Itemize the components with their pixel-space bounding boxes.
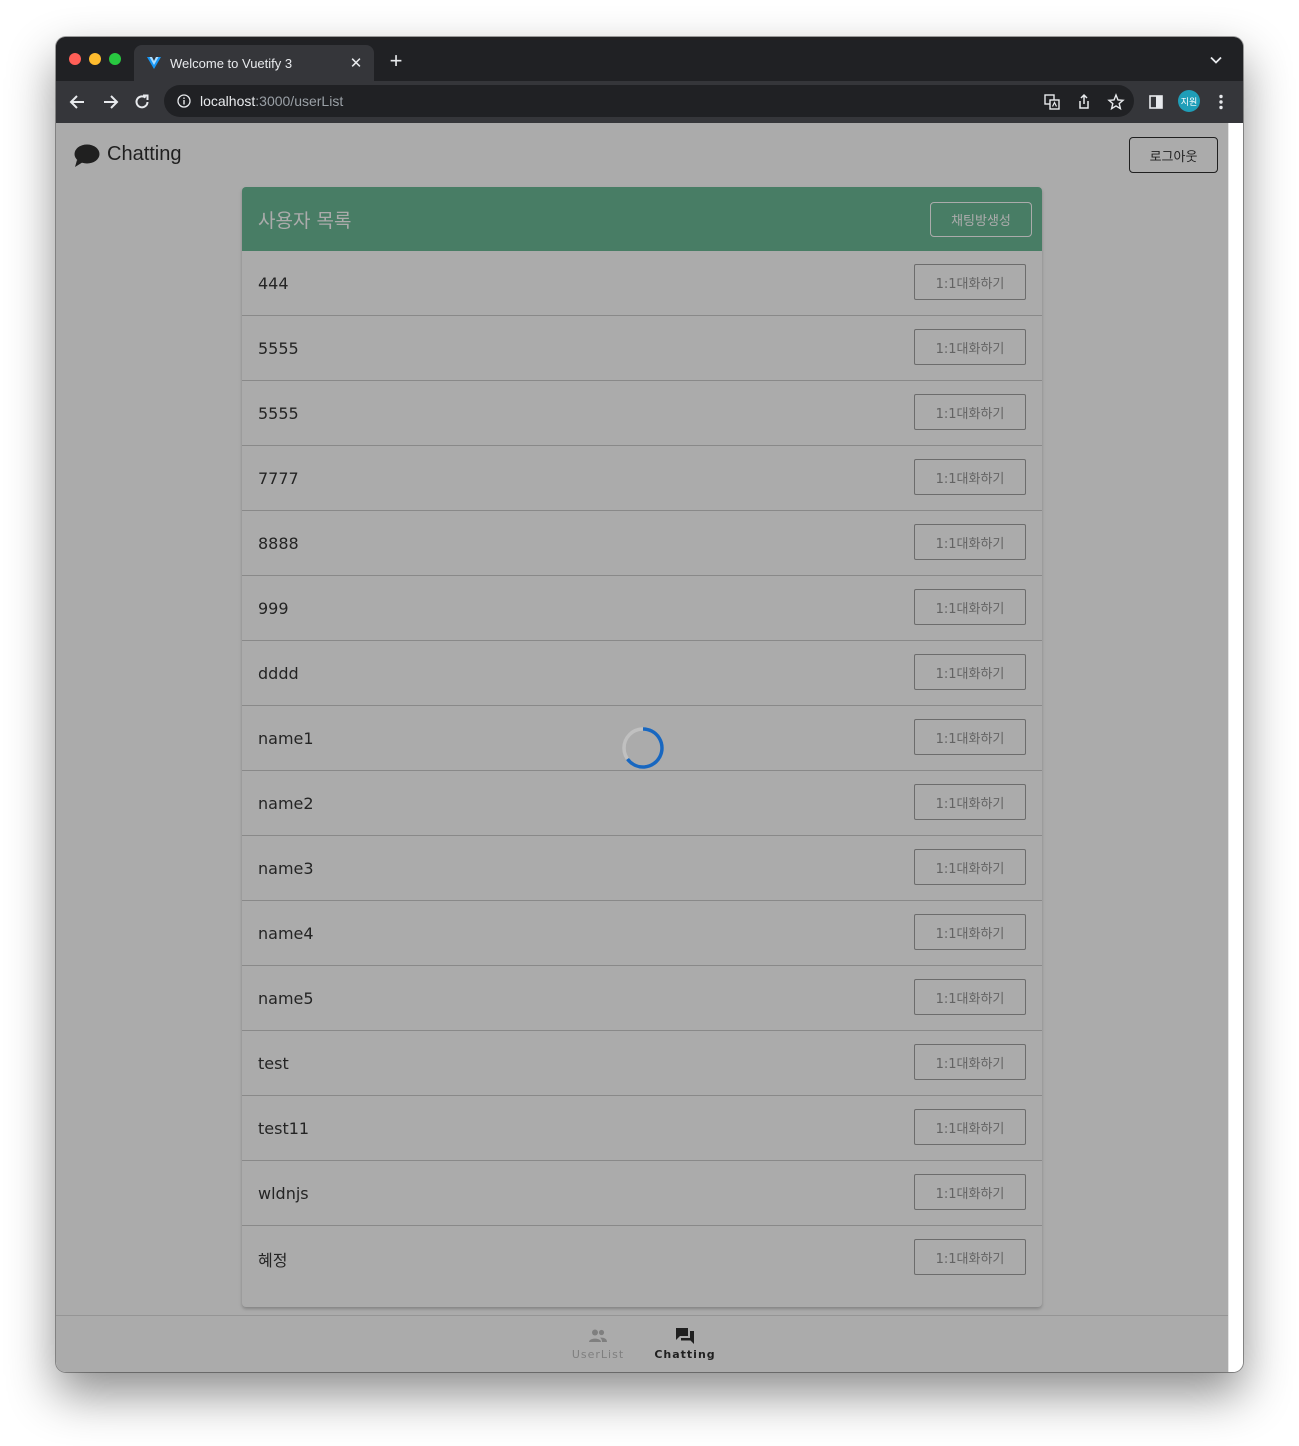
card-title: 사용자 목록 bbox=[258, 209, 352, 232]
user-row: name2 1:1대화하기 bbox=[242, 771, 1042, 836]
nav-userlist[interactable]: UserList bbox=[558, 1326, 638, 1361]
share-icon[interactable] bbox=[1075, 93, 1093, 111]
one-to-one-chat-button[interactable]: 1:1대화하기 bbox=[914, 849, 1026, 885]
browser-toolbar: localhost:3000/userList 지원 bbox=[56, 81, 1243, 123]
url-host: localhost bbox=[200, 93, 256, 109]
one-to-one-chat-button[interactable]: 1:1대화하기 bbox=[914, 329, 1026, 365]
site-info-icon[interactable] bbox=[176, 93, 192, 109]
one-to-one-chat-button[interactable]: 1:1대화하기 bbox=[914, 1109, 1026, 1145]
user-name: 혜정 bbox=[258, 1250, 288, 1270]
card-header: 사용자 목록 채팅방생성 bbox=[242, 187, 1042, 251]
browser-window: Welcome to Vuetify 3 ✕ + localhost:3000/… bbox=[56, 37, 1243, 1372]
user-row: name5 1:1대화하기 bbox=[242, 966, 1042, 1031]
user-name: 5555 bbox=[258, 338, 299, 358]
back-arrow-icon[interactable] bbox=[68, 92, 88, 112]
one-to-one-chat-button[interactable]: 1:1대화하기 bbox=[914, 524, 1026, 560]
maximize-window-button[interactable] bbox=[109, 53, 121, 65]
user-name: 5555 bbox=[258, 403, 299, 423]
url-path: :3000/userList bbox=[255, 93, 344, 109]
user-name: test bbox=[258, 1053, 289, 1073]
forum-icon bbox=[676, 1328, 694, 1344]
user-row: 5555 1:1대화하기 bbox=[242, 381, 1042, 446]
one-to-one-chat-button[interactable]: 1:1대화하기 bbox=[914, 589, 1026, 625]
nav-chatting[interactable]: Chatting bbox=[645, 1326, 725, 1361]
user-row: dddd 1:1대화하기 bbox=[242, 641, 1042, 706]
one-to-one-chat-button[interactable]: 1:1대화하기 bbox=[914, 394, 1026, 430]
tab-title: Welcome to Vuetify 3 bbox=[170, 55, 293, 71]
scrollbar[interactable] bbox=[1228, 123, 1243, 1372]
kebab-menu-icon[interactable] bbox=[1211, 92, 1231, 112]
page-viewport: Chatting 로그아웃 사용자 목록 채팅방생성 444 1:1대화하기 555… bbox=[56, 123, 1243, 1372]
chat-bubble-icon bbox=[74, 144, 100, 167]
one-to-one-chat-button[interactable]: 1:1대화하기 bbox=[914, 719, 1026, 755]
close-window-button[interactable] bbox=[69, 53, 81, 65]
nav-chatting-label: Chatting bbox=[654, 1348, 716, 1361]
one-to-one-chat-button[interactable]: 1:1대화하기 bbox=[914, 1044, 1026, 1080]
one-to-one-chat-button[interactable]: 1:1대화하기 bbox=[914, 264, 1026, 300]
user-name: test11 bbox=[258, 1118, 310, 1138]
user-row: 5555 1:1대화하기 bbox=[242, 316, 1042, 381]
user-name: name5 bbox=[258, 988, 314, 1008]
one-to-one-chat-button[interactable]: 1:1대화하기 bbox=[914, 1239, 1026, 1275]
user-list: 444 1:1대화하기 5555 1:1대화하기 5555 1:1대화하기 7777 1:1대… bbox=[242, 251, 1042, 1291]
one-to-one-chat-button[interactable]: 1:1대화하기 bbox=[914, 654, 1026, 690]
create-chat-room-button[interactable]: 채팅방생성 bbox=[930, 202, 1032, 237]
user-name: wldnjs bbox=[258, 1183, 309, 1203]
app-title: Chatting bbox=[107, 143, 182, 165]
user-row: 444 1:1대화하기 bbox=[242, 251, 1042, 316]
user-list-card: 사용자 목록 채팅방생성 444 1:1대화하기 5555 1:1대화하기 5555 1:… bbox=[242, 187, 1042, 1307]
forward-arrow-icon[interactable] bbox=[100, 92, 120, 112]
side-panel-icon[interactable] bbox=[1146, 92, 1166, 112]
bookmark-star-icon[interactable] bbox=[1107, 93, 1125, 111]
user-name: dddd bbox=[258, 663, 299, 683]
profile-avatar[interactable]: 지원 bbox=[1178, 90, 1200, 112]
browser-tab[interactable]: Welcome to Vuetify 3 ✕ bbox=[134, 45, 374, 81]
minimize-window-button[interactable] bbox=[89, 53, 101, 65]
user-name: 444 bbox=[258, 273, 289, 293]
user-row: name1 1:1대화하기 bbox=[242, 706, 1042, 771]
user-name: 8888 bbox=[258, 533, 299, 553]
nav-userlist-label: UserList bbox=[571, 1348, 625, 1361]
address-bar[interactable]: localhost:3000/userList bbox=[164, 85, 1134, 117]
chevron-down-icon[interactable] bbox=[1209, 53, 1223, 67]
user-name: 999 bbox=[258, 598, 289, 618]
user-row: 999 1:1대화하기 bbox=[242, 576, 1042, 641]
user-name: name4 bbox=[258, 923, 314, 943]
new-tab-icon[interactable]: + bbox=[386, 50, 406, 72]
reload-icon[interactable] bbox=[132, 92, 152, 112]
user-row: 8888 1:1대화하기 bbox=[242, 511, 1042, 576]
user-row: wldnjs 1:1대화하기 bbox=[242, 1161, 1042, 1226]
people-icon bbox=[589, 1329, 607, 1342]
one-to-one-chat-button[interactable]: 1:1대화하기 bbox=[914, 979, 1026, 1015]
one-to-one-chat-button[interactable]: 1:1대화하기 bbox=[914, 1174, 1026, 1210]
user-name: name3 bbox=[258, 858, 314, 878]
close-tab-icon[interactable]: ✕ bbox=[344, 54, 368, 72]
one-to-one-chat-button[interactable]: 1:1대화하기 bbox=[914, 784, 1026, 820]
bottom-navigation: UserList Chatting bbox=[56, 1315, 1228, 1372]
one-to-one-chat-button[interactable]: 1:1대화하기 bbox=[914, 459, 1026, 495]
user-row: test 1:1대화하기 bbox=[242, 1031, 1042, 1096]
one-to-one-chat-button[interactable]: 1:1대화하기 bbox=[914, 914, 1026, 950]
vuetify-logo-icon bbox=[147, 57, 161, 69]
user-name: 7777 bbox=[258, 468, 299, 488]
user-row: 혜정 1:1대화하기 bbox=[242, 1226, 1042, 1291]
logout-button[interactable]: 로그아웃 bbox=[1129, 137, 1218, 173]
translate-icon[interactable] bbox=[1043, 93, 1061, 111]
user-row: name3 1:1대화하기 bbox=[242, 836, 1042, 901]
user-row: test11 1:1대화하기 bbox=[242, 1096, 1042, 1161]
app-bar: Chatting 로그아웃 bbox=[56, 123, 1228, 187]
user-name: name1 bbox=[258, 728, 314, 748]
tab-strip: Welcome to Vuetify 3 ✕ + bbox=[56, 37, 1243, 81]
user-row: 7777 1:1대화하기 bbox=[242, 446, 1042, 511]
user-row: name4 1:1대화하기 bbox=[242, 901, 1042, 966]
user-name: name2 bbox=[258, 793, 314, 813]
